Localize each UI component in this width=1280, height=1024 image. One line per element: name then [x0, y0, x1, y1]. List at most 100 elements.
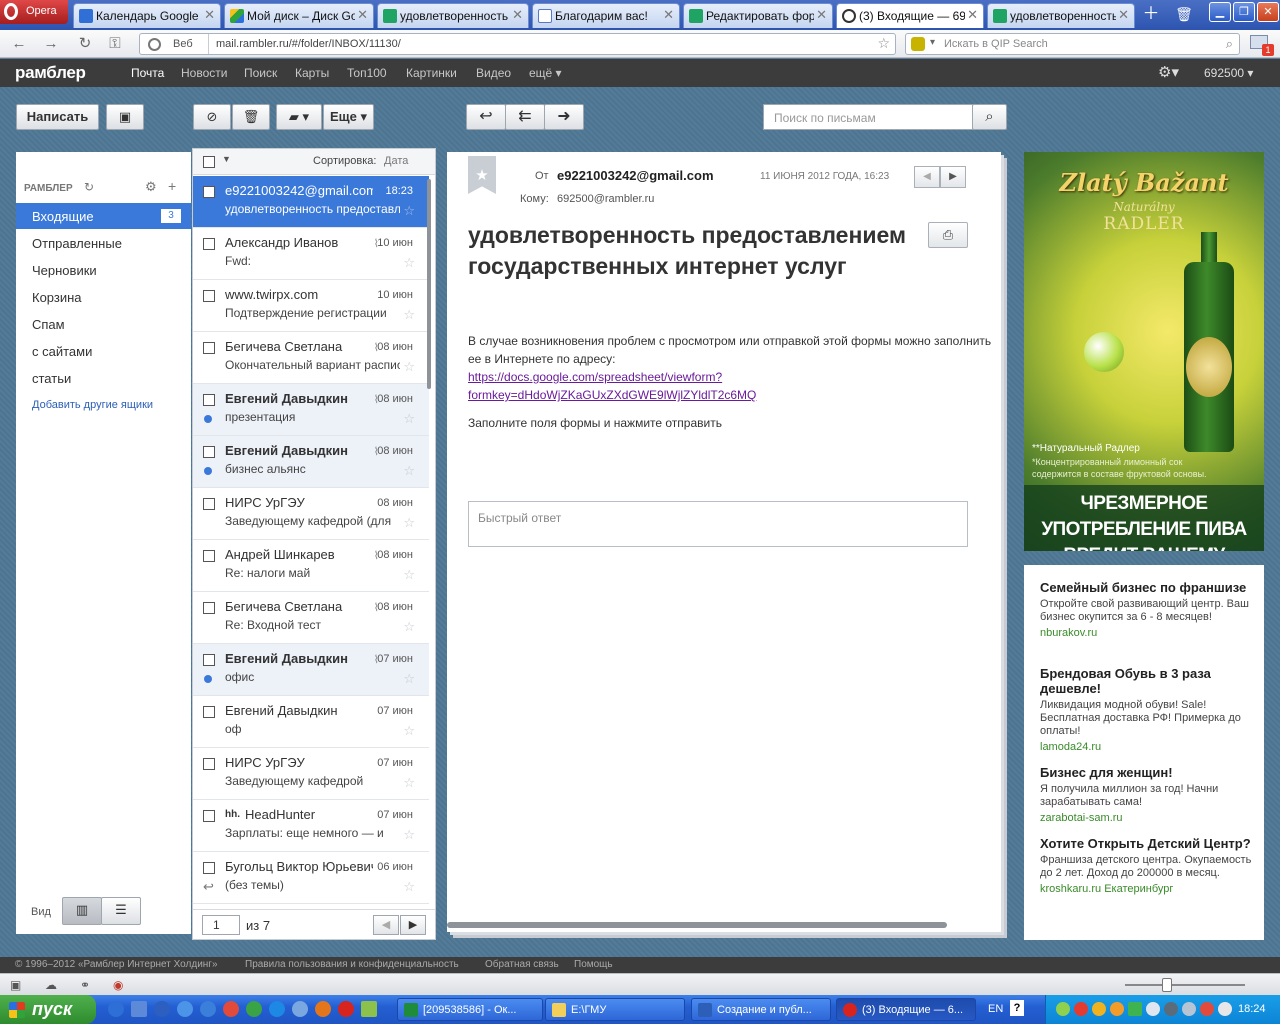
search-icon[interactable]: ⌕ [1226, 36, 1233, 52]
task-opera[interactable]: (3) Входящие — 6... [836, 998, 976, 1021]
quicklaunch-icon[interactable] [246, 1001, 262, 1017]
quick-reply-input[interactable]: Быстрый ответ [468, 501, 968, 547]
ad-item[interactable]: Семейный бизнес по франшизе Откройте сво… [1040, 580, 1252, 639]
add-folder-icon[interactable]: + [168, 178, 176, 194]
mail-search-button[interactable]: ⌕ [972, 104, 1007, 130]
help-link[interactable]: Помощь [574, 959, 613, 970]
close-icon[interactable]: ✕ [204, 7, 215, 23]
message-row[interactable]: Бугольц Виктор Юрьевич 06 июн (без темы) ↩ ☆ [193, 852, 429, 904]
contacts-button[interactable]: ▣ [106, 104, 144, 130]
address-field[interactable]: Веб mail.rambler.ru/#/folder/INBOX/11130… [139, 33, 896, 55]
ad-item[interactable]: Бизнес для женщин! Я получила миллион за… [1040, 765, 1252, 824]
trash-can-icon[interactable]: 🗑 [1170, 3, 1198, 25]
message-checkbox[interactable] [203, 394, 215, 406]
message-checkbox[interactable] [203, 654, 215, 666]
sort-value[interactable]: Дата [384, 155, 408, 167]
feedback-link[interactable]: Обратная связь [485, 959, 559, 970]
horizontal-scrollbar[interactable] [447, 922, 947, 928]
next-message-button[interactable]: ▶ [940, 166, 966, 188]
nav-video[interactable]: Видео [476, 66, 511, 80]
message-row[interactable]: hh. HeadHunter 07 июн Зарплаты: еще немног… [193, 800, 429, 852]
task-folder[interactable]: E:\ГМУ [545, 998, 685, 1021]
print-button[interactable]: ⎙ [928, 222, 968, 248]
task-excel[interactable]: [209538586] - Ок... [397, 998, 543, 1021]
folder-sent[interactable]: Отправленные [16, 230, 191, 256]
tray-icon[interactable] [1056, 1002, 1070, 1016]
quicklaunch-icon[interactable] [292, 1001, 308, 1017]
restore-button[interactable]: ❐ [1233, 2, 1255, 22]
reply-button[interactable]: ↩ [466, 104, 506, 130]
reply-all-button[interactable]: ⇇ [505, 104, 545, 130]
close-icon[interactable]: ✕ [357, 7, 368, 23]
opera-menu-button[interactable]: Opera [0, 0, 68, 24]
quicklaunch-icon[interactable] [200, 1001, 216, 1017]
form-link[interactable]: https://docs.google.com/spreadsheet/view… [468, 368, 756, 404]
tray-icon[interactable] [1110, 1002, 1124, 1016]
star-icon[interactable]: ☆ [403, 827, 415, 843]
star-icon[interactable]: ☆ [403, 203, 415, 219]
message-checkbox[interactable] [203, 186, 215, 198]
star-icon[interactable]: ☆ [403, 671, 415, 687]
star-icon[interactable]: ☆ [403, 359, 415, 375]
delete-button[interactable]: 🗑 [232, 104, 270, 130]
forward-button[interactable]: ➜ [544, 104, 584, 130]
message-checkbox[interactable] [203, 342, 215, 354]
unread-dot-icon[interactable] [204, 467, 212, 475]
ad-item[interactable]: Хотите Открыть Детский Центр? Франшиза д… [1040, 836, 1252, 895]
view-list-button[interactable]: ☰ [101, 897, 141, 925]
user-menu[interactable]: 692500 ▾ [1204, 66, 1253, 80]
star-icon[interactable]: ☆ [403, 567, 415, 583]
star-icon[interactable]: ☆ [403, 255, 415, 271]
gear-icon[interactable]: ⚙▾ [1158, 63, 1179, 81]
volume-icon[interactable] [1218, 1002, 1232, 1016]
turbo-icon[interactable]: ◉ [113, 978, 127, 992]
chevron-down-icon[interactable]: ▾ [930, 37, 935, 48]
close-window-button[interactable]: ✕ [1257, 2, 1279, 22]
new-tab-button[interactable]: ＋ [1137, 3, 1165, 25]
ad-item[interactable]: Брендовая Обувь в 3 раза дешевле! Ликвид… [1040, 666, 1252, 753]
star-icon[interactable]: ☆ [403, 619, 415, 635]
spam-button[interactable]: ⊘ [193, 104, 231, 130]
ad-url[interactable]: nburakov.ru [1040, 627, 1252, 639]
ie-icon[interactable] [269, 1001, 285, 1017]
star-icon[interactable]: ☆ [403, 723, 415, 739]
tab-thanks[interactable]: Благодарим вас! ✕ [532, 3, 680, 28]
chevron-down-icon[interactable]: ▼ [222, 154, 231, 164]
message-row[interactable]: Евгений Давыдкин ⌇ 08 июн презентация ☆ [193, 384, 429, 436]
rambler-logo[interactable]: рамблер [15, 63, 86, 83]
view-columns-button[interactable]: ▥ [62, 897, 102, 925]
folder-trash[interactable]: Корзина [16, 284, 191, 310]
tab-edit-form[interactable]: Редактировать форму ✕ [683, 3, 833, 28]
beer-ad-banner[interactable]: Zlatý Bažant Naturálny RADLER **Натураль… [1024, 152, 1264, 551]
message-row[interactable]: Евгений Давыдкин 07 июн оф ☆ [193, 696, 429, 748]
tray-icon[interactable] [1164, 1002, 1178, 1016]
message-checkbox[interactable] [203, 706, 215, 718]
tab-form-2[interactable]: удовлетворенность пр ✕ [987, 3, 1135, 28]
start-button[interactable]: пуск [0, 995, 96, 1024]
ad-title[interactable]: Семейный бизнес по франшизе [1040, 580, 1252, 595]
close-icon[interactable]: ✕ [512, 7, 523, 23]
quicklaunch-icon[interactable] [108, 1001, 124, 1017]
prev-page-button[interactable]: ◀ [373, 915, 399, 935]
message-row[interactable]: e9221003242@gmail.com 18:23 удовлетворенно… [193, 176, 429, 228]
back-icon[interactable]: ← [10, 35, 28, 53]
rules-link[interactable]: Правила пользования и конфиденциальность [245, 959, 459, 970]
folder-inbox[interactable]: Входящие 3 [16, 203, 191, 229]
prev-message-button[interactable]: ◀ [914, 166, 940, 188]
quicklaunch-icon[interactable] [154, 1001, 170, 1017]
close-icon[interactable]: ✕ [1118, 7, 1129, 23]
star-icon[interactable]: ☆ [403, 775, 415, 791]
sender-address[interactable]: e9221003242@gmail.com [557, 168, 714, 183]
select-all-checkbox[interactable] [203, 156, 215, 168]
ad-title[interactable]: Хотите Открыть Детский Центр? [1040, 836, 1252, 851]
message-row[interactable]: Александр Иванов ⌇ 10 июн Fwd: ☆ [193, 228, 429, 280]
unread-dot-icon[interactable] [204, 415, 212, 423]
refresh-icon[interactable]: ↻ [84, 180, 94, 194]
address-url[interactable]: mail.rambler.ru/#/folder/INBOX/11130/ [216, 38, 401, 50]
quicklaunch-icon[interactable] [131, 1001, 147, 1017]
message-row[interactable]: НИРС УрГЭУ 08 июн Заведующему кафедрой (дл… [193, 488, 429, 540]
close-icon[interactable]: ✕ [967, 7, 978, 23]
nav-images[interactable]: Картинки [406, 66, 457, 80]
folder-drafts[interactable]: Черновики [16, 257, 191, 283]
media-player-icon[interactable] [177, 1001, 193, 1017]
